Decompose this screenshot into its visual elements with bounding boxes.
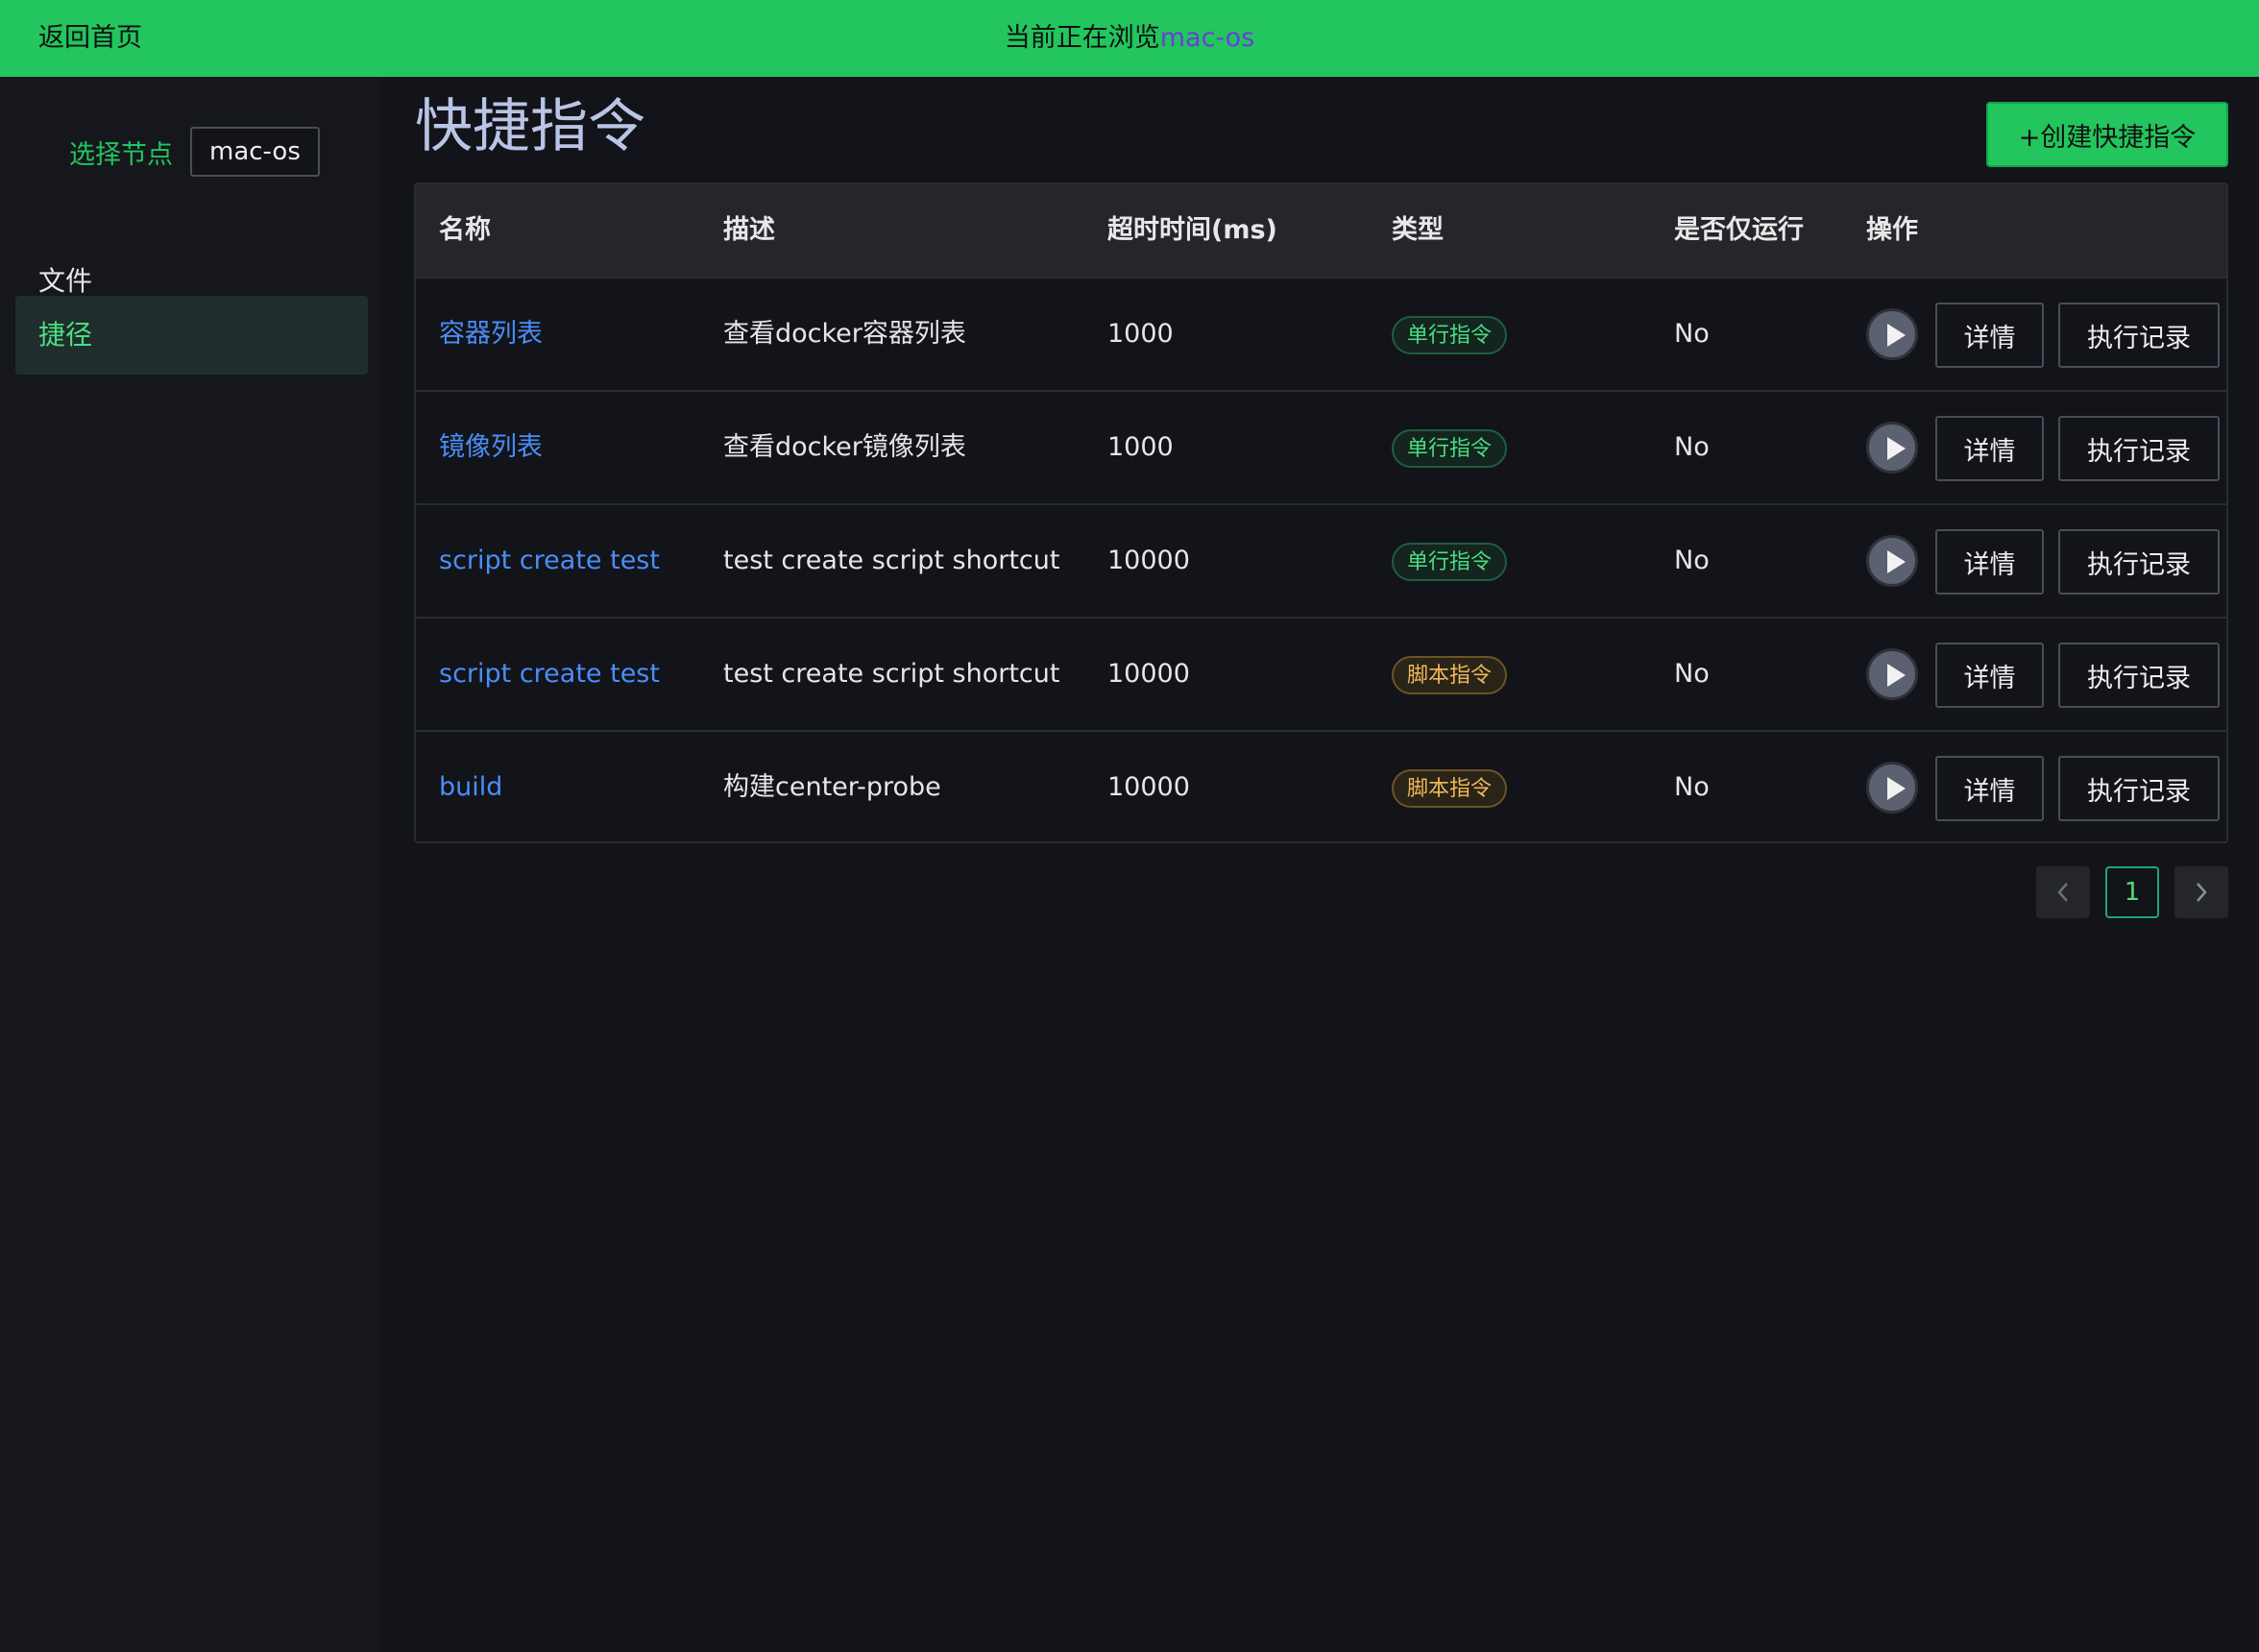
shortcut-table: 名称 描述 超时时间(ms) 类型 是否仅运行 操作 容器列表 查看docker…: [414, 182, 2228, 843]
shortcut-description: 构建center-probe: [723, 772, 941, 802]
chevron-left-icon: [2057, 883, 2068, 902]
sidebar-item-shortcuts[interactable]: 捷径: [15, 296, 368, 375]
shortcut-description: 查看docker容器列表: [723, 319, 966, 349]
table-row: script create test test create script sh…: [416, 505, 2226, 619]
node-select[interactable]: mac-os: [190, 127, 320, 177]
shortcut-name-link[interactable]: script create test: [439, 505, 660, 617]
header-name: 名称: [439, 215, 491, 245]
browsing-prefix: 当前正在浏览: [1004, 23, 1160, 53]
shortcut-name-link[interactable]: script create test: [439, 619, 660, 730]
shortcut-description: test create script shortcut: [723, 546, 1060, 575]
table-header: 名称 描述 超时时间(ms) 类型 是否仅运行 操作: [416, 184, 2226, 279]
shortcut-timeout: 10000: [1107, 659, 1190, 689]
chevron-right-icon: [2197, 883, 2207, 902]
header-description: 描述: [723, 215, 775, 245]
type-tag: 单行指令: [1392, 316, 1508, 354]
create-shortcut-button[interactable]: +创建快捷指令: [1986, 102, 2228, 167]
shortcut-name-link[interactable]: 容器列表: [439, 279, 543, 390]
type-tag: 脚本指令: [1392, 769, 1508, 808]
type-tag: 单行指令: [1392, 543, 1508, 581]
browsing-node-name: mac-os: [1159, 23, 1255, 53]
type-tag: 脚本指令: [1392, 656, 1508, 694]
shortcut-name-link[interactable]: 镜像列表: [439, 392, 543, 503]
detail-button[interactable]: 详情: [1935, 416, 2044, 481]
execution-log-button[interactable]: 执行记录: [2058, 643, 2220, 708]
header-type: 类型: [1392, 215, 1444, 245]
table-row: 容器列表 查看docker容器列表 1000 单行指令 No 详情 执行记录: [416, 279, 2226, 392]
top-bar: 返回首页 当前正在浏览mac-os: [0, 0, 2259, 77]
only-run-value: No: [1674, 772, 1710, 802]
header-only-run: 是否仅运行: [1674, 215, 1804, 245]
pagination-next-button[interactable]: [2174, 866, 2228, 918]
shortcut-timeout: 1000: [1107, 432, 1174, 462]
shortcut-timeout: 10000: [1107, 772, 1190, 802]
only-run-value: No: [1674, 659, 1710, 689]
shortcut-timeout: 10000: [1107, 546, 1190, 575]
play-icon[interactable]: [1866, 422, 1918, 474]
table-row: build 构建center-probe 10000 脚本指令 No 详情 执行…: [416, 732, 2226, 841]
header-actions: 操作: [1866, 215, 1918, 245]
only-run-value: No: [1674, 432, 1710, 462]
execution-log-button[interactable]: 执行记录: [2058, 416, 2220, 481]
table-row: 镜像列表 查看docker镜像列表 1000 单行指令 No 详情 执行记录: [416, 392, 2226, 505]
node-selector-label: 选择节点: [69, 139, 173, 170]
execution-log-button[interactable]: 执行记录: [2058, 756, 2220, 821]
type-tag: 单行指令: [1392, 429, 1508, 468]
detail-button[interactable]: 详情: [1935, 756, 2044, 821]
play-icon[interactable]: [1866, 762, 1918, 814]
sidebar: 选择节点 mac-os 文件 捷径: [0, 77, 380, 1652]
detail-button[interactable]: 详情: [1935, 529, 2044, 595]
play-icon[interactable]: [1866, 308, 1918, 360]
only-run-value: No: [1674, 546, 1710, 575]
pagination-prev-button[interactable]: [2036, 866, 2090, 918]
only-run-value: No: [1674, 319, 1710, 349]
pagination-page[interactable]: 1: [2105, 866, 2159, 918]
shortcut-name-link[interactable]: build: [439, 732, 502, 841]
detail-button[interactable]: 详情: [1935, 303, 2044, 368]
node-selector: 选择节点 mac-os: [69, 125, 320, 179]
detail-button[interactable]: 详情: [1935, 643, 2044, 708]
play-icon[interactable]: [1866, 535, 1918, 587]
shortcut-description: 查看docker镜像列表: [723, 432, 966, 462]
play-icon[interactable]: [1866, 648, 1918, 700]
execution-log-button[interactable]: 执行记录: [2058, 529, 2220, 595]
shortcut-description: test create script shortcut: [723, 659, 1060, 689]
page-title: 快捷指令: [415, 93, 645, 160]
browsing-indicator: 当前正在浏览mac-os: [0, 0, 2259, 77]
execution-log-button[interactable]: 执行记录: [2058, 303, 2220, 368]
shortcut-timeout: 1000: [1107, 319, 1174, 349]
header-timeout: 超时时间(ms): [1107, 215, 1277, 245]
table-row: script create test test create script sh…: [416, 619, 2226, 732]
